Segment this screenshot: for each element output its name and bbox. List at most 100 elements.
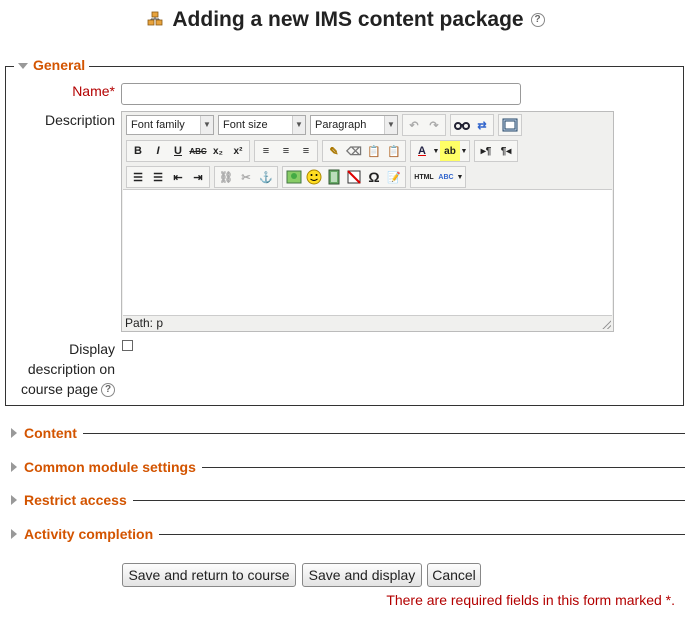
edit-document-icon[interactable]: 📝 xyxy=(384,167,404,187)
bullet-list-icon[interactable]: ☰ xyxy=(128,167,148,187)
chevron-down-icon[interactable]: ▼ xyxy=(456,167,464,187)
cancel-button[interactable]: Cancel xyxy=(427,563,481,587)
font-size-label: Font size xyxy=(223,119,268,131)
save-display-button[interactable]: Save and display xyxy=(302,563,422,587)
display-label-line-2: description on xyxy=(27,361,115,377)
expand-icon xyxy=(11,495,17,505)
description-editor: Font family ▼ Font size ▼ Paragraph ▼ ↶ ↷ ⇄… xyxy=(121,111,614,332)
expand-icon xyxy=(11,529,17,539)
format-label: Paragraph xyxy=(315,119,367,131)
page-header: Adding a new IMS content package ? xyxy=(0,8,691,32)
indent-icon[interactable]: ⇥ xyxy=(188,167,208,187)
help-icon[interactable]: ? xyxy=(101,383,115,398)
paste-text-icon[interactable]: 📋 xyxy=(364,141,384,161)
unlink-icon[interactable]: ✂ xyxy=(236,167,256,187)
page-title: Adding a new IMS content package xyxy=(172,8,524,31)
chevron-down-icon: ▼ xyxy=(292,116,305,134)
subscript-button[interactable]: x₂ xyxy=(208,141,228,161)
italic-button[interactable]: I xyxy=(148,141,168,161)
align-group: ≡ ≡ ≡ xyxy=(254,140,318,162)
toolbar-row-3: ☰ ☰ ⇤ ⇥ ⛓ ✂ ⚓ Ω 📝 HTML ABC ▼ xyxy=(126,166,470,188)
fullscreen-group xyxy=(498,114,522,136)
chevron-down-icon[interactable]: ▼ xyxy=(460,141,468,161)
name-label-text: Name xyxy=(72,83,110,99)
ltr-icon[interactable]: ▸¶ xyxy=(476,141,496,161)
toolbar-row-2: B I U ABC x₂ x² ≡ ≡ ≡ ✎ ⌫ 📋 📋 A ▼ ab ▼ ▸… xyxy=(126,140,522,162)
spellcheck-button[interactable]: ABC xyxy=(436,167,456,187)
numbered-list-icon[interactable]: ☰ xyxy=(148,167,168,187)
bold-button[interactable]: B xyxy=(128,141,148,161)
undo-icon[interactable]: ↶ xyxy=(404,115,424,135)
font-size-select[interactable]: Font size ▼ xyxy=(218,115,306,135)
chevron-down-icon: ▼ xyxy=(200,116,213,134)
required-fields-note: There are required fields in this form m… xyxy=(386,592,675,608)
emoticon-icon[interactable] xyxy=(304,167,324,187)
chevron-down-icon: ▼ xyxy=(384,116,397,134)
required-marker: * xyxy=(109,83,115,99)
divider xyxy=(132,499,685,501)
link-group: ⛓ ✂ ⚓ xyxy=(214,166,278,188)
display-label-line-1: Display xyxy=(69,341,115,357)
undo-group: ↶ ↷ xyxy=(402,114,446,136)
anchor-icon[interactable]: ⚓ xyxy=(256,167,276,187)
section-restrict-title: Restrict access xyxy=(24,492,127,508)
cleanup-icon[interactable]: ✎ xyxy=(324,141,344,161)
align-right-icon[interactable]: ≡ xyxy=(296,141,316,161)
insert-group: Ω 📝 xyxy=(282,166,406,188)
chevron-down-icon[interactable]: ▼ xyxy=(432,141,440,161)
color-group: A ▼ ab ▼ xyxy=(410,140,470,162)
help-icon[interactable]: ? xyxy=(530,13,545,27)
divider xyxy=(159,533,685,535)
divider xyxy=(201,466,685,468)
display-description-label: Display description on course page? xyxy=(21,339,115,399)
name-input[interactable] xyxy=(121,83,521,105)
editor-text-area[interactable] xyxy=(123,189,612,316)
link-icon[interactable]: ⛓ xyxy=(216,167,236,187)
html-button[interactable]: HTML xyxy=(412,167,436,187)
find-icon[interactable] xyxy=(452,115,472,135)
special-char-button[interactable]: Ω xyxy=(364,167,384,187)
general-legend[interactable]: General xyxy=(14,57,90,73)
save-return-button[interactable]: Save and return to course xyxy=(122,563,296,587)
underline-button[interactable]: U xyxy=(168,141,188,161)
image-icon[interactable] xyxy=(284,167,304,187)
highlight-color-icon[interactable]: ab xyxy=(440,141,460,161)
text-style-group: B I U ABC x₂ x² xyxy=(126,140,250,162)
code-group: HTML ABC ▼ xyxy=(410,166,466,188)
description-label: Description xyxy=(44,112,115,128)
expand-icon xyxy=(11,462,17,472)
section-content[interactable]: Content xyxy=(11,424,685,442)
replace-icon[interactable]: ⇄ xyxy=(472,115,492,135)
divider xyxy=(82,432,685,434)
align-left-icon[interactable]: ≡ xyxy=(256,141,276,161)
no-link-icon[interactable] xyxy=(344,167,364,187)
redo-icon[interactable]: ↷ xyxy=(424,115,444,135)
fullscreen-icon[interactable] xyxy=(500,115,520,135)
format-select[interactable]: Paragraph ▼ xyxy=(310,115,398,135)
paste-word-icon[interactable]: 📋 xyxy=(384,141,404,161)
section-restrict-access[interactable]: Restrict access xyxy=(11,491,685,509)
find-group: ⇄ xyxy=(450,114,494,136)
resize-handle[interactable] xyxy=(602,320,611,329)
expand-icon xyxy=(11,428,17,438)
rtl-icon[interactable]: ¶◂ xyxy=(496,141,516,161)
section-common-module-settings[interactable]: Common module settings xyxy=(11,458,685,476)
font-family-label: Font family xyxy=(131,119,185,131)
font-family-select[interactable]: Font family ▼ xyxy=(126,115,214,135)
eraser-icon[interactable]: ⌫ xyxy=(344,141,364,161)
direction-group: ▸¶ ¶◂ xyxy=(474,140,518,162)
outdent-icon[interactable]: ⇤ xyxy=(168,167,188,187)
collapse-icon xyxy=(18,63,28,70)
general-legend-label: General xyxy=(33,57,86,73)
list-group: ☰ ☰ ⇤ ⇥ xyxy=(126,166,210,188)
text-color-icon[interactable]: A xyxy=(412,141,432,161)
superscript-button[interactable]: x² xyxy=(228,141,248,161)
name-label: Name* xyxy=(72,83,115,99)
section-activity-completion[interactable]: Activity completion xyxy=(11,525,685,543)
media-icon[interactable] xyxy=(324,167,344,187)
display-description-checkbox[interactable] xyxy=(122,340,133,351)
package-icon xyxy=(147,11,163,30)
strikethrough-button[interactable]: ABC xyxy=(188,141,208,161)
align-center-icon[interactable]: ≡ xyxy=(276,141,296,161)
display-label-line-3: course page xyxy=(20,381,98,397)
